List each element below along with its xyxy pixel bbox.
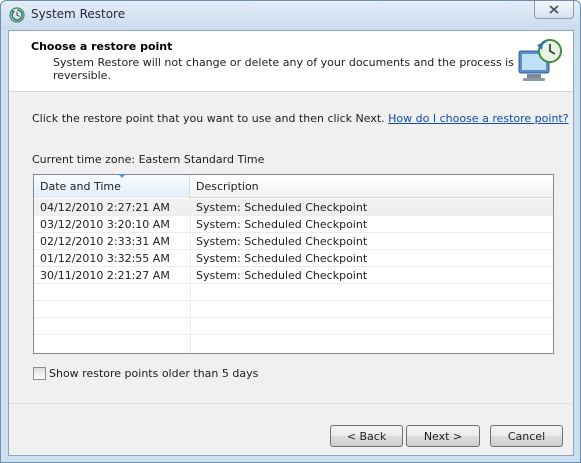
table-row[interactable]: 01/12/2010 3:32:55 AM System: Scheduled … (34, 250, 553, 267)
close-button[interactable] (534, 1, 574, 19)
show-older-label: Show restore points older than 5 days (49, 367, 259, 380)
restore-point-list[interactable]: Date and Time Description 04/12/2010 2:2… (33, 174, 554, 354)
header-band: Choose a restore point System Restore wi… (9, 31, 573, 91)
sort-arrow-icon (118, 174, 126, 178)
button-bar: < Back Next > Cancel (9, 403, 573, 455)
timezone-label: Current time zone: Eastern Standard Time (32, 153, 265, 166)
row-date: 01/12/2010 3:32:55 AM (40, 252, 170, 265)
row-description: System: Scheduled Checkpoint (196, 269, 368, 282)
row-description: System: Scheduled Checkpoint (196, 235, 368, 248)
table-row[interactable]: 03/12/2010 3:20:10 AM System: Scheduled … (34, 216, 553, 233)
cancel-button[interactable]: Cancel (490, 425, 563, 447)
row-date: 04/12/2010 2:27:21 AM (40, 201, 170, 214)
table-row[interactable]: 30/11/2010 2:21:27 AM System: Scheduled … (34, 267, 553, 284)
column-header-description-label: Description (196, 180, 259, 193)
close-icon (549, 5, 559, 14)
page-title: Choose a restore point (31, 40, 173, 53)
column-header-description[interactable]: Description (190, 175, 553, 198)
system-restore-clock-icon (518, 39, 562, 81)
title-bar[interactable]: System Restore (1, 1, 580, 30)
row-description: System: Scheduled Checkpoint (196, 218, 368, 231)
system-restore-icon (9, 7, 25, 23)
help-link[interactable]: How do I choose a restore point? (388, 112, 568, 125)
next-button[interactable]: Next > (406, 425, 480, 447)
table-row[interactable]: 02/12/2010 2:33:31 AM System: Scheduled … (34, 233, 553, 250)
table-row[interactable]: 04/12/2010 2:27:21 AM System: Scheduled … (34, 199, 553, 216)
row-date: 30/11/2010 2:21:27 AM (40, 269, 170, 282)
row-date: 02/12/2010 2:33:31 AM (40, 235, 170, 248)
list-header: Date and Time Description (34, 174, 553, 198)
body-area: Click the restore point that you want to… (9, 92, 573, 403)
window-title: System Restore (31, 7, 126, 21)
back-button[interactable]: < Back (330, 425, 403, 447)
show-older-checkbox[interactable] (33, 367, 46, 380)
page-subtitle: System Restore will not change or delete… (53, 56, 514, 82)
empty-row (34, 301, 553, 318)
empty-row (34, 284, 553, 301)
row-description: System: Scheduled Checkpoint (196, 201, 368, 214)
dialog-client-area: Choose a restore point System Restore wi… (8, 30, 574, 456)
instruction-text: Click the restore point that you want to… (32, 112, 385, 125)
empty-row (34, 318, 553, 335)
column-header-date[interactable]: Date and Time (34, 174, 190, 198)
row-date: 03/12/2010 3:20:10 AM (40, 218, 170, 231)
system-restore-window: System Restore Choose a restore point Sy… (0, 0, 581, 463)
column-header-date-label: Date and Time (40, 180, 121, 193)
row-description: System: Scheduled Checkpoint (196, 252, 368, 265)
show-older-option[interactable]: Show restore points older than 5 days (33, 367, 258, 380)
instruction-line: Click the restore point that you want to… (32, 112, 569, 125)
